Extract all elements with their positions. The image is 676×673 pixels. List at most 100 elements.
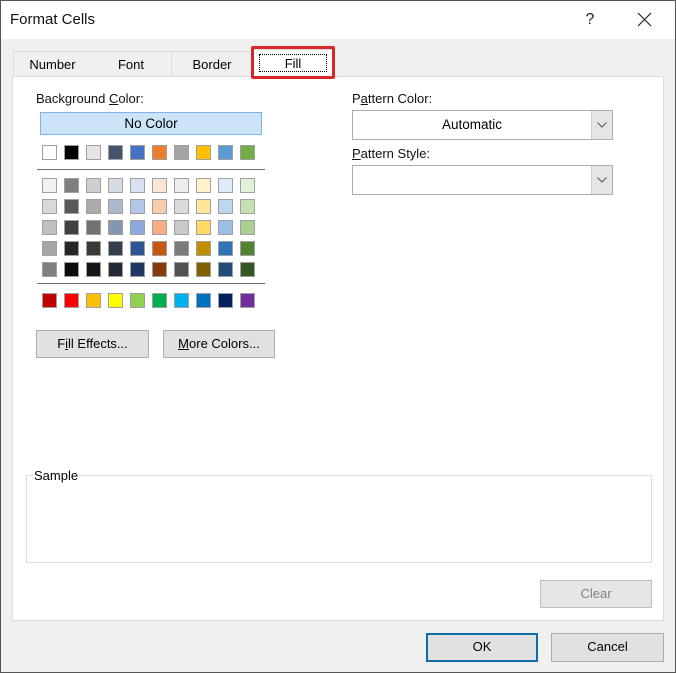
theme-color-swatch[interactable] [240,262,255,277]
bright-color-swatch[interactable] [152,293,167,308]
theme-color-swatch[interactable] [218,262,233,277]
theme-color-swatch[interactable] [86,220,101,235]
theme-color-swatch[interactable] [64,262,79,277]
pattern-color-label: Pattern Color: [352,91,433,106]
standard-color-swatch[interactable] [130,145,145,160]
theme-color-swatch[interactable] [240,220,255,235]
theme-color-swatch[interactable] [218,178,233,193]
theme-color-swatch[interactable] [64,220,79,235]
bright-color-swatch[interactable] [108,293,123,308]
theme-color-swatch[interactable] [196,178,211,193]
fill-effects-button[interactable]: Fill Effects... [36,330,149,358]
theme-color-swatch[interactable] [174,220,189,235]
theme-color-swatch[interactable] [108,262,123,277]
theme-color-swatch[interactable] [152,199,167,214]
theme-color-swatch[interactable] [196,241,211,256]
clear-button[interactable]: Clear [540,580,652,608]
standard-color-swatch[interactable] [152,145,167,160]
tab-label: Border [192,57,232,72]
bright-color-swatch[interactable] [240,293,255,308]
standard-color-swatch[interactable] [240,145,255,160]
tab-label: Font [117,57,144,72]
focus-rectangle: Fill [259,54,327,72]
theme-color-swatch[interactable] [130,241,145,256]
bright-color-swatch[interactable] [130,293,145,308]
tab-number[interactable]: Number [13,51,92,76]
bright-color-swatch[interactable] [86,293,101,308]
theme-color-swatch[interactable] [108,220,123,235]
standard-color-swatch[interactable] [218,145,233,160]
help-button[interactable]: ? [575,5,605,35]
title-bar: Format Cells ? [1,1,675,39]
close-icon [637,12,652,27]
standard-color-swatch[interactable] [42,145,57,160]
theme-color-swatch[interactable] [86,262,101,277]
bright-color-swatch[interactable] [174,293,189,308]
theme-color-swatch[interactable] [86,178,101,193]
standard-color-swatch[interactable] [174,145,189,160]
dropdown-button[interactable] [591,111,612,139]
help-icon: ? [585,11,595,28]
theme-color-swatch[interactable] [196,262,211,277]
theme-color-swatch[interactable] [108,199,123,214]
theme-color-swatch[interactable] [196,220,211,235]
pattern-style-dropdown[interactable] [352,165,613,195]
theme-color-swatch[interactable] [86,199,101,214]
theme-color-swatch[interactable] [218,199,233,214]
theme-color-swatch[interactable] [130,220,145,235]
pattern-color-dropdown[interactable]: Automatic [352,110,613,140]
standard-color-swatch[interactable] [196,145,211,160]
theme-color-swatch[interactable] [152,178,167,193]
more-colors-button[interactable]: More Colors... [163,330,275,358]
theme-color-swatch[interactable] [130,262,145,277]
theme-color-swatch[interactable] [130,178,145,193]
bright-color-swatch[interactable] [64,293,79,308]
theme-color-swatch[interactable] [108,241,123,256]
theme-color-swatch[interactable] [42,262,57,277]
theme-color-swatch[interactable] [196,199,211,214]
bright-color-swatch[interactable] [196,293,211,308]
theme-color-swatch[interactable] [64,199,79,214]
close-button[interactable] [627,5,663,35]
standard-color-swatch[interactable] [64,145,79,160]
theme-color-swatch[interactable] [64,178,79,193]
bright-color-swatch[interactable] [42,293,57,308]
theme-color-swatch[interactable] [42,220,57,235]
no-color-button[interactable]: No Color [40,112,262,135]
theme-color-swatch[interactable] [42,199,57,214]
theme-color-swatch[interactable] [174,178,189,193]
theme-color-swatch[interactable] [86,241,101,256]
theme-color-swatch[interactable] [152,241,167,256]
background-color-label: Background Color: [36,91,144,106]
tab-label: Number [29,57,76,72]
tab-fill[interactable]: Fill [253,49,333,76]
theme-color-swatch[interactable] [174,262,189,277]
tab-font[interactable]: Font [91,51,172,76]
theme-color-swatch[interactable] [174,241,189,256]
theme-color-swatch[interactable] [152,220,167,235]
standard-color-swatch[interactable] [108,145,123,160]
tab-border[interactable]: Border [172,51,253,76]
pattern-style-label: Pattern Style: [352,146,431,161]
theme-color-swatch[interactable] [152,262,167,277]
cancel-button[interactable]: Cancel [551,633,664,662]
theme-color-swatch[interactable] [42,241,57,256]
theme-color-swatch[interactable] [174,199,189,214]
theme-color-swatch[interactable] [108,178,123,193]
theme-color-swatch[interactable] [130,199,145,214]
theme-color-swatch[interactable] [240,199,255,214]
pattern-color-value: Automatic [441,117,503,132]
bright-color-swatch[interactable] [218,293,233,308]
sample-preview [26,475,652,563]
standard-color-swatch[interactable] [86,145,101,160]
theme-color-swatch[interactable] [64,241,79,256]
ok-button[interactable]: OK [426,633,538,662]
theme-color-swatch[interactable] [218,241,233,256]
theme-color-swatch[interactable] [218,220,233,235]
theme-color-swatch[interactable] [240,178,255,193]
dropdown-button[interactable] [591,166,612,194]
tab-label: Fill [284,56,302,71]
theme-color-swatch[interactable] [42,178,57,193]
theme-color-swatch[interactable] [240,241,255,256]
chevron-down-icon [597,177,607,183]
